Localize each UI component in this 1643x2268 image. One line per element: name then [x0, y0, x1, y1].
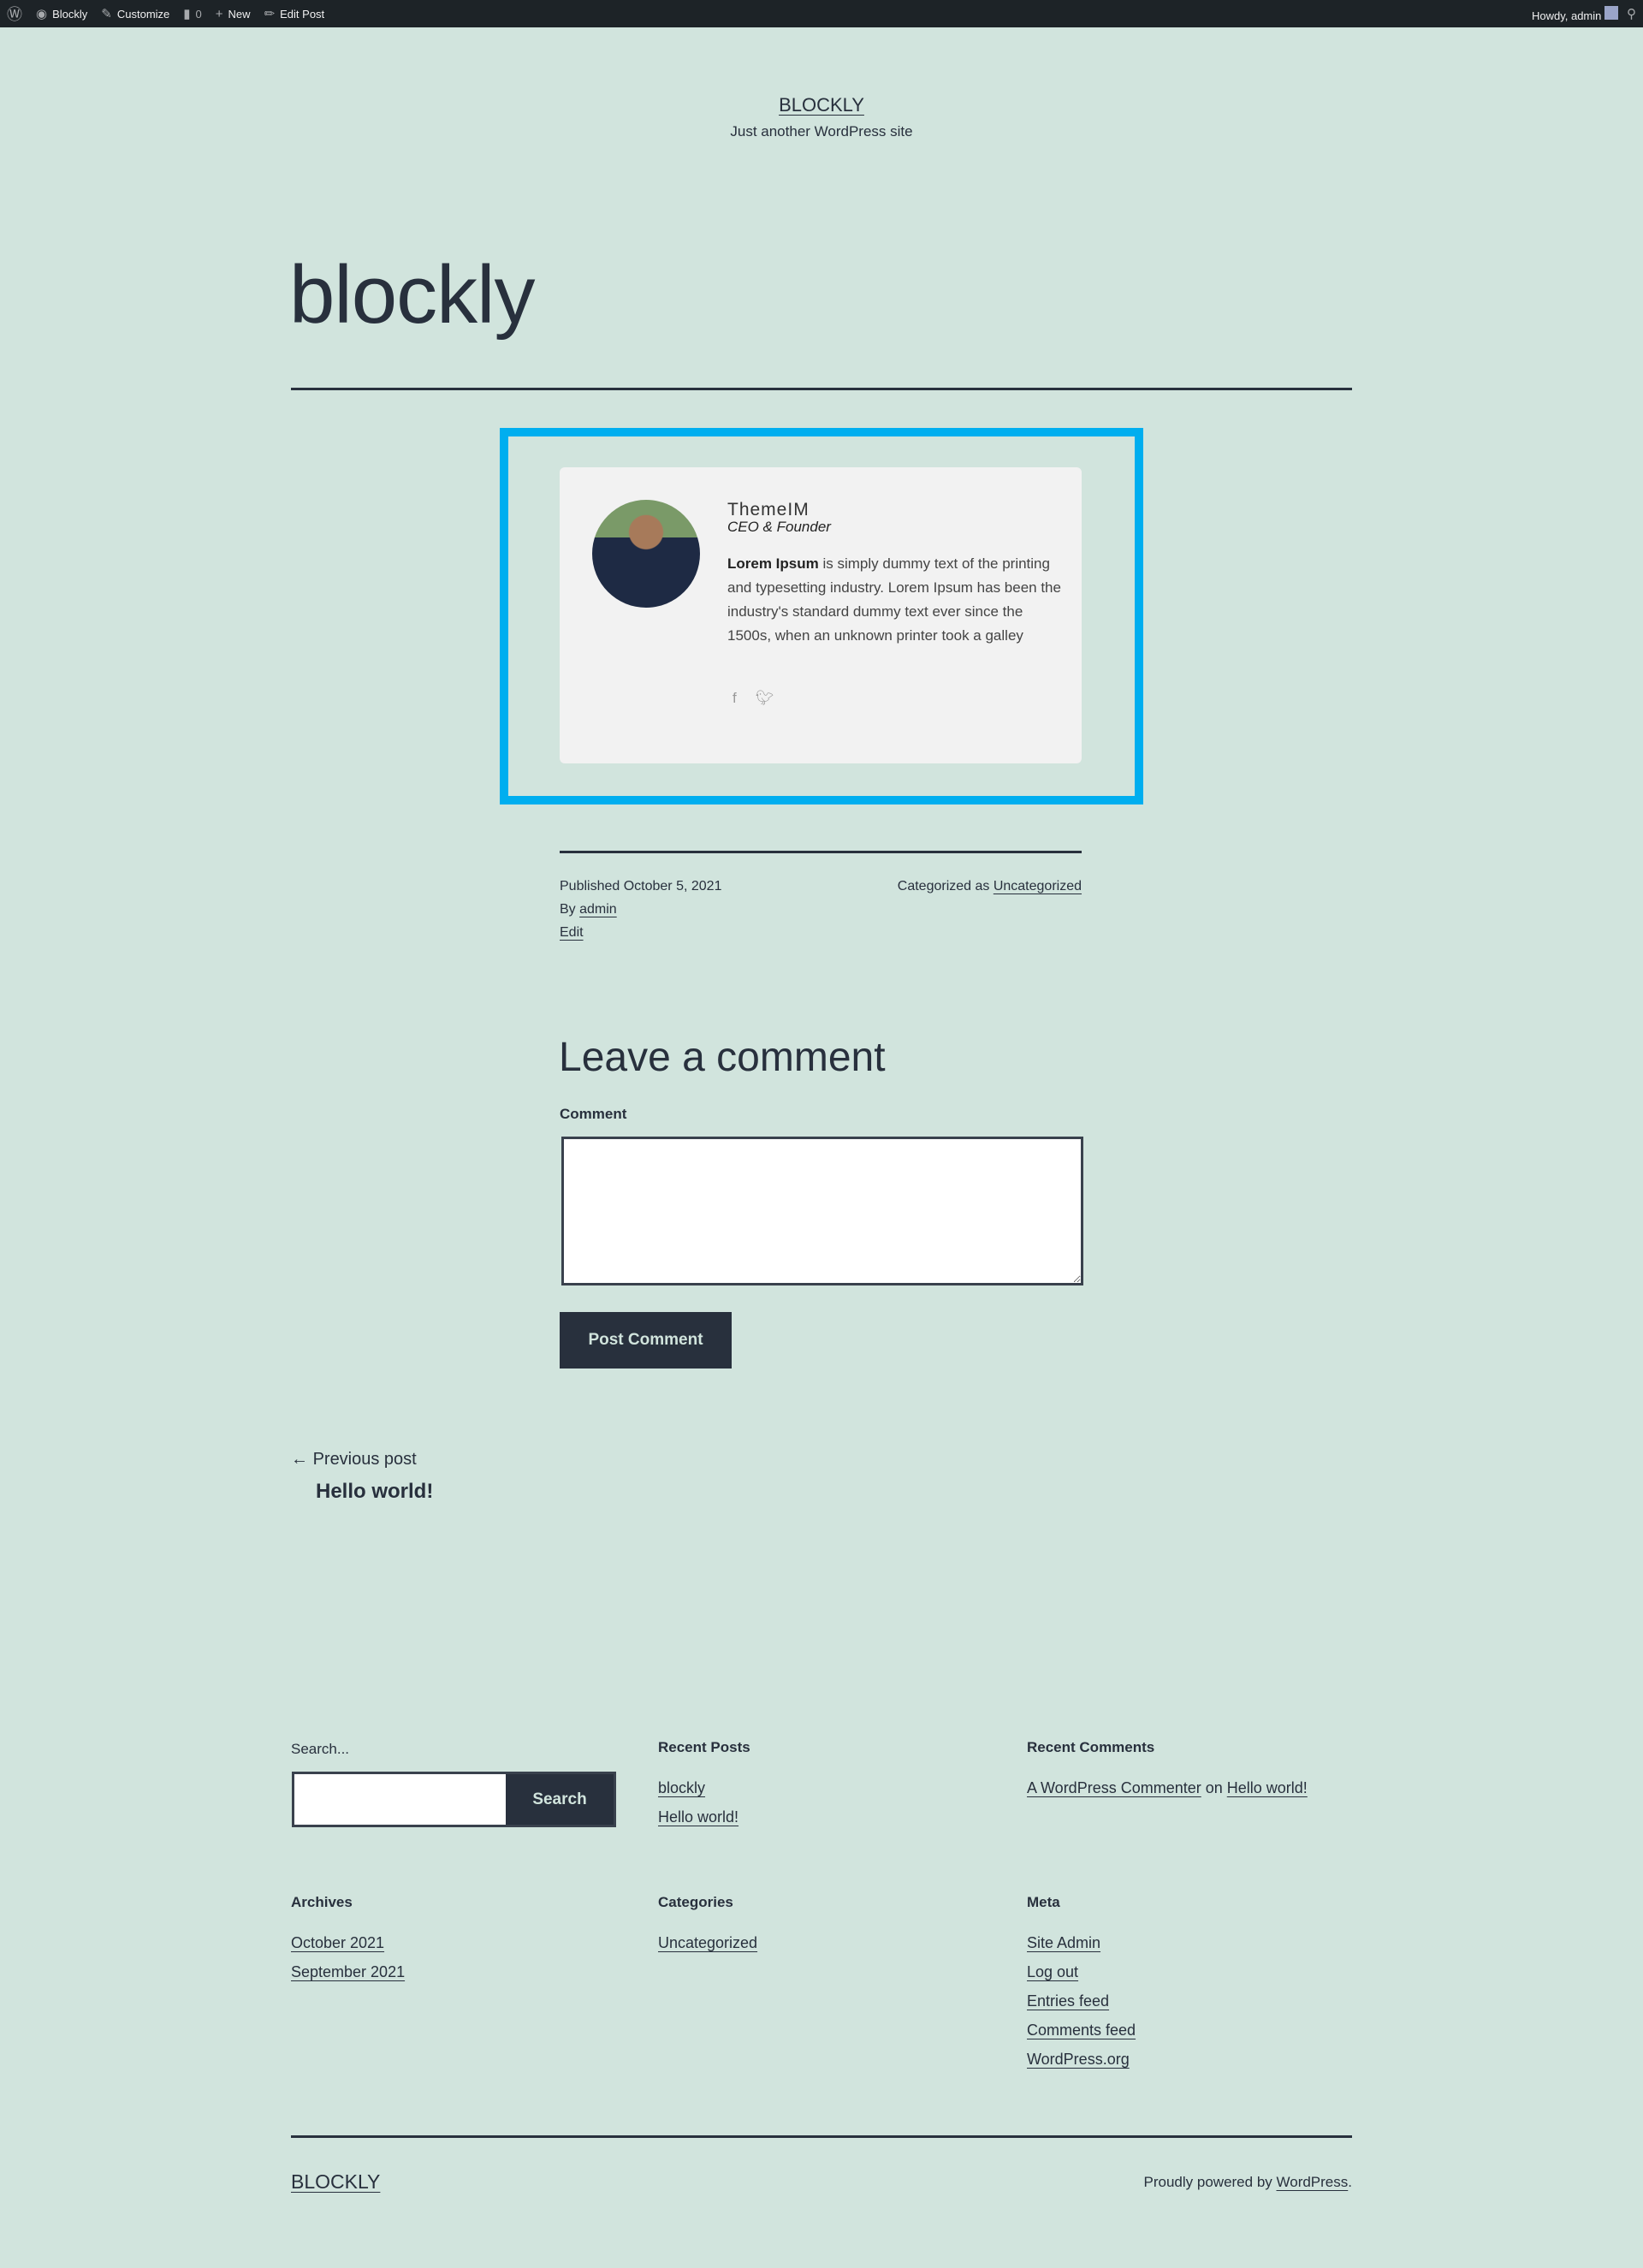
- author-link[interactable]: admin: [579, 902, 617, 917]
- page-title: blockly: [289, 249, 535, 341]
- admin-bar-edit-post[interactable]: ✏ Edit Post: [264, 6, 325, 21]
- facebook-icon[interactable]: f: [733, 690, 737, 707]
- comment-post-link[interactable]: Hello world!: [1227, 1779, 1308, 1796]
- powered-by: Proudly powered by WordPress.: [1143, 2174, 1352, 2190]
- pencil-icon: ✏: [264, 7, 276, 21]
- wordpress-link[interactable]: WordPress: [1277, 2174, 1349, 2190]
- admin-bar-customize[interactable]: ✎ Customize: [101, 6, 169, 21]
- meta-link-log-out[interactable]: Log out: [1027, 1963, 1078, 1980]
- comment-icon: ▮: [183, 7, 191, 21]
- admin-bar-comments[interactable]: ▮ 0: [183, 6, 202, 21]
- site-tagline: Just another WordPress site: [730, 123, 913, 140]
- post-meta: Published October 5, 2021 By admin Edit: [560, 875, 721, 944]
- search-button[interactable]: Search: [506, 1774, 614, 1825]
- category-link[interactable]: Uncategorized: [994, 879, 1082, 894]
- post-comment-button[interactable]: Post Comment: [560, 1312, 732, 1369]
- footer-site-title[interactable]: BLOCKLY: [291, 2170, 380, 2194]
- recent-post-link[interactable]: blockly: [658, 1779, 705, 1796]
- divider: [560, 851, 1082, 853]
- meta-link-site-admin[interactable]: Site Admin: [1027, 1934, 1100, 1951]
- plus-icon: +: [215, 6, 223, 21]
- search-icon[interactable]: ⚲: [1627, 6, 1636, 21]
- category-link[interactable]: Uncategorized: [658, 1934, 757, 1951]
- profile-avatar: [592, 500, 700, 608]
- published-date: Published October 5, 2021: [560, 879, 722, 894]
- comment-heading: Leave a comment: [559, 1035, 886, 1080]
- search-label: Search...: [291, 1741, 350, 1757]
- social-links: f 🐦︎: [733, 690, 774, 707]
- widget-recent-posts: Recent Posts blockly Hello world!: [658, 1739, 750, 1826]
- search-input[interactable]: [294, 1774, 506, 1825]
- commenter-link[interactable]: A WordPress Commenter: [1027, 1779, 1201, 1796]
- admin-bar-new[interactable]: + New: [216, 7, 251, 21]
- comment-textarea[interactable]: [561, 1137, 1083, 1285]
- meta-link-entries-feed[interactable]: Entries feed: [1027, 1992, 1109, 2010]
- widget-categories: Categories Uncategorized: [658, 1894, 758, 1951]
- wordpress-logo-icon[interactable]: Ⓦ: [7, 3, 22, 25]
- brush-icon: ✎: [101, 7, 112, 21]
- widget-recent-comments: Recent Comments A WordPress Commenter on…: [1027, 1739, 1308, 1796]
- admin-bar-site[interactable]: ◉ Blockly: [36, 6, 87, 21]
- post-categories: Categorized as Uncategorized: [897, 879, 1082, 894]
- admin-bar: Ⓦ ◉ Blockly ✎ Customize ▮ 0 + New ✏ Edit Post…: [0, 0, 1643, 27]
- profile-name: ThemeIM: [727, 500, 810, 520]
- edit-link[interactable]: Edit: [560, 925, 584, 940]
- profile-role: CEO & Founder: [727, 519, 831, 535]
- profile-bio: Lorem Ipsum is simply dummy text of the …: [727, 555, 1061, 644]
- divider: [291, 388, 1352, 390]
- archive-link[interactable]: October 2021: [291, 1934, 384, 1951]
- site-title[interactable]: BLOCKLY: [779, 94, 864, 116]
- search-form: Search: [292, 1772, 616, 1827]
- widget-meta: Meta Site Admin Log out Entries feed Com…: [1027, 1894, 1136, 2068]
- meta-link-wordpress-org[interactable]: WordPress.org: [1027, 2051, 1130, 2068]
- divider: [291, 2135, 1352, 2138]
- admin-avatar: [1604, 5, 1618, 20]
- dashboard-icon: ◉: [36, 7, 48, 21]
- arrow-left-icon: ←: [291, 1450, 308, 1469]
- meta-link-comments-feed[interactable]: Comments feed: [1027, 2022, 1136, 2039]
- comment-label: Comment: [560, 1106, 627, 1122]
- recent-post-link[interactable]: Hello world!: [658, 1808, 738, 1826]
- previous-post-link[interactable]: ← Previous post Hello world!: [291, 1450, 433, 1504]
- twitter-icon[interactable]: 🐦︎: [756, 690, 774, 707]
- admin-bar-account[interactable]: Howdy, admin: [1532, 5, 1618, 22]
- archive-link[interactable]: September 2021: [291, 1963, 405, 1980]
- widget-archives: Archives October 2021 September 2021: [291, 1894, 406, 1980]
